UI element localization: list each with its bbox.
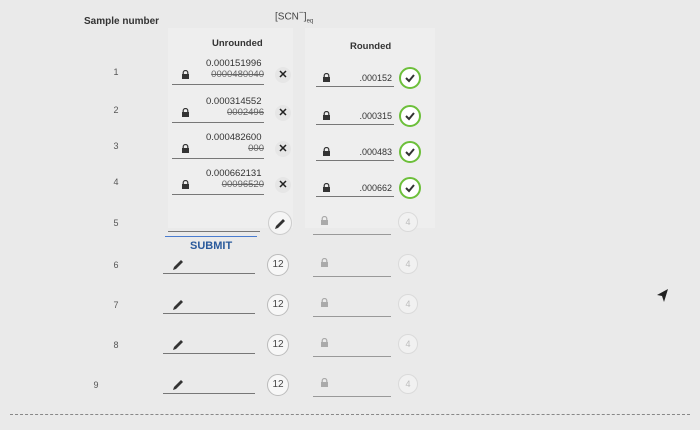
unrounded-field-line[interactable] <box>163 353 255 354</box>
previous-value: 00096520 <box>221 179 264 190</box>
round-digit-badge: 4 <box>398 254 418 274</box>
lock-icon <box>181 180 190 189</box>
close-icon[interactable]: ✕ <box>275 177 291 193</box>
scn-header: [SCN−]eq <box>275 7 313 24</box>
lock-icon <box>181 144 190 153</box>
unrounded-header: Unrounded <box>212 38 263 49</box>
sample-number: 6 <box>113 260 119 270</box>
sample-number: 8 <box>113 340 119 350</box>
rounded-field-line[interactable] <box>313 316 391 317</box>
sample-number: 2 <box>113 105 119 115</box>
round-digit-badge: 4 <box>398 294 418 314</box>
rounded-header: Rounded <box>350 41 392 52</box>
unrounded-value: 0.000151996 <box>206 58 262 69</box>
submit-button[interactable]: SUBMIT <box>190 240 232 252</box>
lock-icon <box>320 298 329 307</box>
sample-number-header: Sample number <box>84 16 160 27</box>
unrounded-field-line <box>172 122 264 123</box>
rounded-value: .000483 <box>359 147 392 157</box>
lock-icon <box>320 338 329 347</box>
rounded-value: .000662 <box>359 183 392 193</box>
close-icon[interactable]: ✕ <box>275 105 291 121</box>
round-digit-badge: 4 <box>398 334 418 354</box>
sig-figs-badge: 12 <box>267 294 289 316</box>
unrounded-value: 0.000662131 <box>206 168 262 179</box>
rounded-field-line[interactable] <box>313 234 391 235</box>
submit-underline <box>165 236 257 237</box>
round-digit-badge: 4 <box>398 212 418 232</box>
rounded-field-line <box>316 160 394 161</box>
check-icon <box>399 141 421 163</box>
rounded-field-line <box>316 86 394 87</box>
close-icon[interactable]: ✕ <box>275 141 291 157</box>
previous-value: 0000480040 <box>211 69 264 80</box>
sample-number: 5 <box>113 218 119 228</box>
scn-header-open: [SCN <box>275 11 299 23</box>
rounded-column <box>305 28 435 228</box>
unrounded-field-line[interactable] <box>163 313 255 314</box>
sig-figs-badge: 12 <box>267 254 289 276</box>
unrounded-field-line[interactable] <box>163 393 255 394</box>
pencil-icon[interactable] <box>268 211 292 235</box>
unrounded-value: 0.000314552 <box>206 96 262 107</box>
round-digit-badge: 4 <box>398 374 418 394</box>
rounded-field-line[interactable] <box>313 396 391 397</box>
unrounded-field-line <box>172 194 264 195</box>
bottom-divider <box>10 414 690 415</box>
sample-number: 1 <box>113 67 119 77</box>
lock-icon <box>322 111 331 120</box>
rounded-field-line <box>316 196 394 197</box>
close-icon[interactable]: ✕ <box>275 67 291 83</box>
scn-header-subscript: eq <box>306 18 314 25</box>
rounded-field-line[interactable] <box>313 356 391 357</box>
check-icon <box>399 105 421 127</box>
rounded-value: .000152 <box>359 73 392 83</box>
lock-icon <box>320 378 329 387</box>
rounded-value: .000315 <box>359 111 392 121</box>
lock-icon <box>322 183 331 192</box>
lock-icon <box>322 73 331 82</box>
unrounded-field-line <box>172 84 264 85</box>
lock-icon <box>322 147 331 156</box>
sample-number: 7 <box>113 300 119 310</box>
check-icon <box>399 67 421 89</box>
lock-icon <box>181 108 190 117</box>
unrounded-field-line[interactable] <box>168 231 260 232</box>
sig-figs-badge: 12 <box>267 334 289 356</box>
sample-number: 9 <box>93 380 99 390</box>
check-icon <box>399 177 421 199</box>
lock-icon <box>320 216 329 225</box>
sample-number: 3 <box>113 141 119 151</box>
sig-figs-badge: 12 <box>267 374 289 396</box>
unrounded-field-line[interactable] <box>163 273 255 274</box>
previous-value: 0002496 <box>227 107 264 118</box>
rounded-field-line[interactable] <box>313 276 391 277</box>
lock-icon <box>181 70 190 79</box>
mouse-cursor-icon <box>655 288 669 309</box>
unrounded-field-line <box>172 158 264 159</box>
rounded-field-line <box>316 124 394 125</box>
unrounded-value: 0.000482600 <box>206 132 262 143</box>
sample-number: 4 <box>113 177 119 187</box>
lock-icon <box>320 258 329 267</box>
previous-value: 000 <box>248 143 264 154</box>
